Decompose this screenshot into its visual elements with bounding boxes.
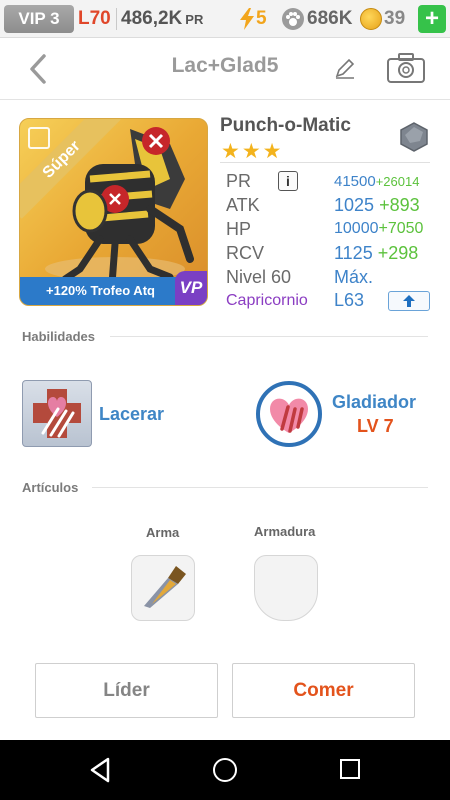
pr-bonus: +26014 [375, 174, 420, 189]
pr-label: PR [226, 171, 252, 191]
system-nav-bar [0, 740, 450, 800]
divider [116, 8, 117, 30]
info-icon[interactable]: i [278, 171, 298, 191]
divider [110, 336, 428, 337]
resource-bar: VIP 3 L70 486,2K PR 5 686K 39 + [0, 0, 450, 38]
divider [92, 487, 428, 488]
atk-bonus: +893 [379, 195, 420, 215]
atk-label: ATK [226, 195, 260, 215]
pr-value: 41500+26014 [334, 173, 419, 190]
power-total-value: 486,2K [121, 8, 183, 29]
vp-badge: VP [175, 271, 207, 305]
eat-button[interactable]: Comer [232, 663, 415, 718]
hp-label: HP [226, 219, 252, 239]
ability-name-gladiador: Gladiador [332, 392, 417, 412]
coins-value: 39 [384, 8, 406, 29]
leader-button[interactable]: Líder [35, 663, 218, 718]
atk-value: 1025 +893 [334, 195, 420, 216]
rcv-base: 1125 [334, 243, 373, 263]
power-total: 486,2K PR [121, 5, 203, 34]
atk-base: 1025 [334, 195, 375, 215]
lacerar-ability-icon[interactable] [22, 380, 92, 447]
add-coins-button[interactable]: + [418, 5, 446, 33]
rcv-label: RCV [226, 243, 265, 263]
claw-weapon-icon [144, 566, 186, 608]
energy-icon [240, 8, 254, 30]
monster-name: Punch-o-Matic [220, 115, 351, 136]
arrow-up-icon [403, 295, 415, 307]
energy-value: 5 [256, 8, 267, 29]
back-icon[interactable] [24, 52, 52, 86]
level-value: Máx. [334, 267, 374, 287]
ability-level-gladiador: LV 7 [357, 416, 394, 436]
weapon-slot[interactable] [131, 555, 195, 621]
zodiac-label: Capricornio [226, 292, 308, 309]
nav-home-icon[interactable] [213, 758, 237, 782]
level-label: Nivel 60 [226, 267, 292, 287]
coin-icon [360, 8, 382, 30]
rcv-value: 1125 +298 [334, 243, 418, 264]
divider [220, 162, 430, 163]
nav-back-icon[interactable] [88, 756, 112, 784]
abilities-heading: Habilidades [22, 329, 95, 344]
camera-icon[interactable] [386, 52, 426, 84]
zodiac-upgrade-button[interactable] [388, 291, 430, 311]
page-title: Lac+Glad5 [171, 54, 279, 77]
gladiador-ability-icon[interactable] [256, 381, 322, 447]
items-heading: Artículos [22, 480, 79, 495]
armor-slot[interactable] [254, 555, 318, 621]
nav-recents-icon[interactable] [340, 759, 360, 779]
hp-value: 10000+7050 [334, 220, 423, 238]
food-value: 686K [307, 8, 353, 29]
rcv-bonus: +298 [377, 243, 419, 263]
card-menu-icon[interactable] [28, 127, 50, 149]
page-header: Lac+Glad5 [0, 38, 450, 100]
weapon-label: Arma [146, 525, 180, 540]
player-level: L70 [78, 8, 111, 29]
pr-base: 41500 [334, 173, 376, 190]
zodiac-level: L63 [334, 290, 365, 310]
star-rating: ★★★ [221, 140, 284, 163]
armor-label: Armadura [254, 524, 316, 539]
metal-element-icon [400, 122, 428, 152]
vip-badge[interactable]: VIP 3 [4, 5, 74, 33]
edit-icon[interactable] [333, 56, 357, 80]
hp-base: 10000 [334, 220, 379, 237]
ability-name-lacerar: Lacerar [99, 404, 165, 424]
hp-bonus: +7050 [378, 220, 424, 237]
power-unit: PR [185, 12, 204, 27]
monster-card[interactable]: Súper +120% Trofeo Atq VP [19, 118, 208, 306]
paw-icon [282, 8, 304, 30]
